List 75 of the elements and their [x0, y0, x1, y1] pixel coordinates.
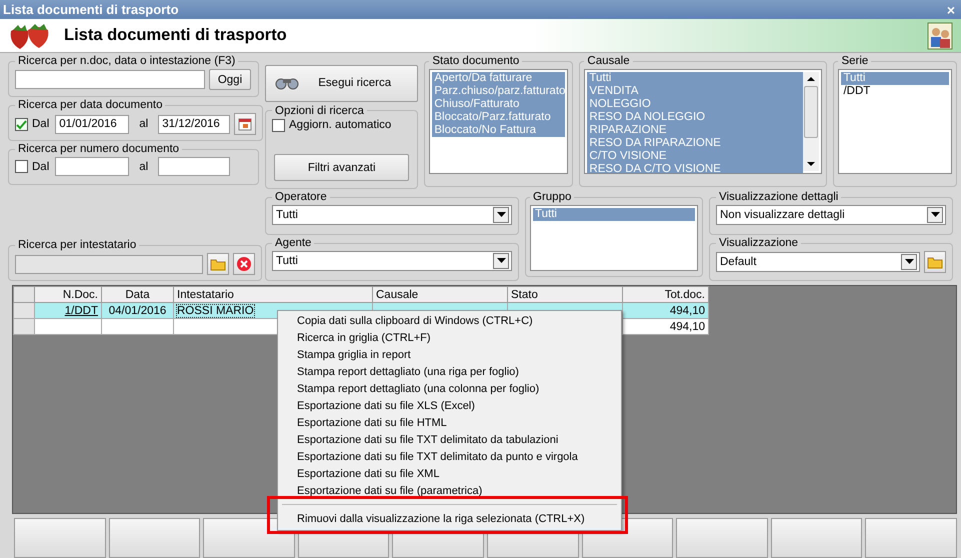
group-label: Ricerca per intestatario: [17, 239, 138, 252]
number-field[interactable]: [158, 157, 230, 176]
page-title: Lista documenti di trasporto: [64, 26, 288, 46]
operator-dropdown[interactable]: Tutti: [272, 205, 512, 226]
group-label: Ricerca per n.doc, data o intestazione (F3): [17, 55, 236, 68]
folder-icon: [210, 257, 226, 272]
serie-list[interactable]: Tutti /DDT: [838, 69, 952, 174]
group-label: Causale: [586, 55, 631, 68]
group-label: Ricerca per numero documento: [17, 143, 180, 156]
checkbox-label: Aggiorn. automatico: [289, 119, 392, 132]
search-field[interactable]: [15, 70, 205, 90]
folder-button[interactable]: [924, 251, 946, 274]
date-field[interactable]: 01/01/2016: [55, 114, 130, 134]
scrollbar[interactable]: [803, 72, 820, 172]
caret-icon: [904, 259, 914, 266]
calendar-icon: [238, 117, 252, 132]
people-icon[interactable]: [927, 22, 953, 50]
search-button[interactable]: Esegui ricerca: [265, 65, 418, 102]
number-field[interactable]: [55, 157, 130, 176]
field-label: al: [139, 160, 148, 173]
table-cell: 494,10: [670, 304, 705, 317]
agent-dropdown[interactable]: Tutti: [272, 251, 512, 272]
menu-item[interactable]: Esportazione dati su file HTML: [278, 415, 621, 432]
column-header[interactable]: Intestatario: [174, 286, 372, 303]
field-label: al: [139, 118, 148, 130]
checkbox[interactable]: [272, 118, 285, 132]
details-dropdown[interactable]: Non visualizzare dettagli: [716, 205, 946, 226]
calendar-button[interactable]: [234, 113, 256, 136]
date-field[interactable]: 31/12/2016: [158, 114, 230, 134]
menu-item[interactable]: Esportazione dati su file XML: [278, 466, 621, 484]
group-label: Gruppo: [532, 191, 572, 204]
column-header[interactable]: Causale: [372, 286, 508, 303]
menu-item[interactable]: Stampa griglia in report: [278, 347, 621, 364]
today-button[interactable]: Oggi: [209, 69, 251, 90]
folder-button[interactable]: [207, 253, 229, 276]
menu-item[interactable]: Esportazione dati su file TXT delimitato da punto e virgola: [278, 449, 621, 466]
caret-icon: [496, 212, 506, 218]
menu-item[interactable]: Rimuovi dalla visualizzazione la riga selezionata (CTRL+X): [278, 511, 621, 528]
table-cell: ROSSI MARIO: [177, 304, 254, 317]
checkbox[interactable]: [15, 118, 28, 131]
binoculars-icon: [274, 76, 300, 90]
group-label: Visualizzazione dettagli: [718, 191, 840, 204]
group-label: Serie: [840, 55, 870, 68]
menu-item[interactable]: Ricerca in griglia (CTRL+F): [278, 330, 621, 348]
check-icon: [16, 118, 27, 130]
view-dropdown[interactable]: Default: [716, 252, 920, 272]
caret-icon: [930, 212, 940, 218]
list-item[interactable]: /DDT: [841, 85, 949, 98]
close-icon: [236, 256, 252, 272]
group-label: Ricerca per data documento: [17, 99, 164, 112]
group-label: Opzioni di ricerca: [274, 104, 365, 117]
menu-item[interactable]: Stampa report dettagliato (una riga per foglio): [278, 364, 621, 382]
group-label: Operatore: [274, 191, 328, 204]
menu-item[interactable]: Esportazione dati su file XLS (Excel): [278, 398, 621, 416]
column-header[interactable]: Stato: [508, 286, 622, 303]
group-label: Agente: [274, 237, 312, 250]
menu-item[interactable]: Esportazione dati su file (parametrica): [278, 483, 621, 500]
table-cell: 494,10: [670, 320, 705, 333]
clear-button[interactable]: [233, 253, 255, 276]
checkbox[interactable]: [15, 160, 28, 174]
table-cell: 04/01/2016: [108, 304, 166, 317]
advanced-filters-button[interactable]: Filtri avanzati: [274, 154, 410, 182]
folder-icon: [927, 255, 943, 270]
group-label: Stato documento: [431, 55, 520, 68]
menu-item[interactable]: Stampa report dettagliato (una colonna per foglio): [278, 381, 621, 398]
caret-icon: [496, 258, 506, 264]
checkbox-label: Dal: [32, 118, 50, 130]
checkbox-label: Dal: [32, 160, 50, 173]
window-title: Lista documenti di trasporto: [3, 2, 179, 18]
column-header[interactable]: N.Doc.: [34, 286, 102, 303]
menu-item[interactable]: Esportazione dati su file TXT delimitato da tabulazioni: [278, 432, 621, 450]
menu-item[interactable]: Copia dati sulla clipboard di Windows (CTRL+C): [278, 313, 621, 330]
column-header[interactable]: Data: [102, 286, 174, 303]
column-header[interactable]: Tot.doc.: [622, 286, 708, 303]
group-label: Visualizzazione: [718, 237, 800, 250]
